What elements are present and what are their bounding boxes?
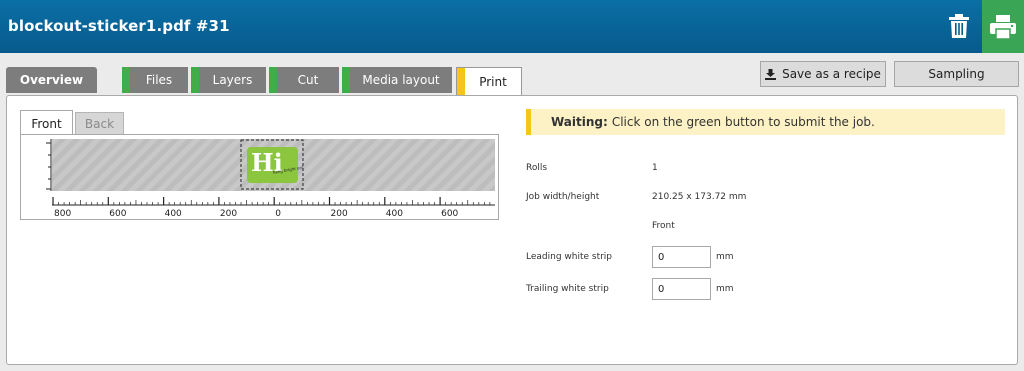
horizontal-ruler: 800 600 400 200 0 200 400 600 [52,197,495,219]
preview-canvas: Hi hang bright on! 800 600 400 200 0 200 400 60… [46,139,495,219]
job-size-value: 210.25 x 173.72 mm [652,192,747,202]
ruler-label: 0 [275,209,281,219]
status-message: Click on the green button to submit the … [611,115,875,129]
tab-media-layout[interactable]: Media layout [342,67,452,93]
download-icon [765,68,777,80]
status-banner: Waiting: Click on the green button to su… [526,109,1005,135]
submit-print-button[interactable] [982,0,1024,53]
tab-status-stripe [191,67,199,93]
trailing-strip-input[interactable] [652,278,711,300]
ruler-label: 600 [109,209,126,219]
leading-strip-unit: mm [716,252,734,262]
tab-print[interactable]: Print [456,67,522,96]
tab-layers[interactable]: Layers [191,67,266,93]
job-size-label: Job width/height [526,192,600,202]
tab-status-stripe [122,67,130,93]
tab-status-stripe [342,67,350,93]
vertical-ruler [46,139,52,191]
ruler-label: 600 [441,209,458,219]
ruler-label: 200 [331,209,348,219]
ruler-label: 400 [165,209,182,219]
ruler-label: 400 [386,209,403,219]
sticker-artwork[interactable]: Hi hang bright on! [240,139,304,190]
tab-status-stripe [269,67,277,93]
rolls-label: Rolls [526,163,548,173]
tab-files[interactable]: Files [122,67,188,93]
trailing-strip-label: Trailing white strip [526,284,609,294]
trailing-strip-unit: mm [716,284,734,294]
rolls-value: 1 [652,163,658,173]
save-as-recipe-button[interactable]: Save as a recipe [760,61,886,87]
tab-overview[interactable]: Overview [6,67,97,93]
status-prefix: Waiting: [551,115,608,129]
leading-strip-label: Leading white strip [526,252,613,262]
leading-strip-input[interactable] [652,246,711,268]
tab-back[interactable]: Back [75,112,124,136]
tab-front[interactable]: Front [20,110,73,136]
ruler-label: 200 [220,209,237,219]
job-title: blockout-sticker1.pdf #31 [8,17,230,35]
sampling-button[interactable]: Sampling [894,61,1019,87]
tab-status-stripe [457,68,465,96]
side-value: Front [652,221,675,231]
trash-icon [949,14,969,38]
print-preview: Hi hang bright on! 800 600 400 200 0 200 400 60… [20,134,499,220]
delete-button[interactable] [944,11,974,41]
ruler-label: 800 [54,209,71,219]
app-header: blockout-sticker1.pdf #31 [0,0,1024,53]
printer-icon [990,14,1016,39]
tab-cut[interactable]: Cut [269,67,339,93]
